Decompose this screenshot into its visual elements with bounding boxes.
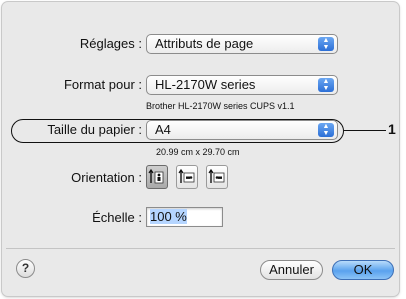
ok-button[interactable]: OK bbox=[332, 260, 394, 280]
scale-input-value: 100 % bbox=[150, 209, 187, 224]
scale-label: Échelle : bbox=[92, 210, 142, 225]
paper-size-label: Taille du papier : bbox=[47, 122, 142, 137]
callout-line bbox=[344, 130, 386, 131]
settings-popup[interactable]: Attributs de page ▲ ▼ bbox=[146, 34, 338, 54]
orientation-landscape-button[interactable] bbox=[176, 165, 198, 189]
updown-arrows-icon: ▲ ▼ bbox=[318, 123, 334, 137]
orientation-reverse-landscape-button[interactable] bbox=[206, 165, 228, 189]
format-for-label: Format pour : bbox=[63, 77, 142, 92]
callout-number: 1 bbox=[388, 121, 396, 137]
updown-arrows-icon: ▲ ▼ bbox=[318, 78, 334, 92]
paper-size-popup[interactable]: A4 ▲ ▼ bbox=[146, 120, 338, 140]
orientation-portrait-button[interactable] bbox=[146, 165, 168, 189]
separator bbox=[6, 248, 395, 249]
paper-size-popup-value: A4 bbox=[155, 122, 171, 137]
orientation-label: Orientation : bbox=[71, 170, 142, 185]
settings-label: Réglages : bbox=[79, 36, 142, 51]
portrait-icon bbox=[148, 168, 164, 184]
scale-input[interactable]: 100 % bbox=[146, 207, 223, 227]
landscape-icon bbox=[178, 168, 195, 183]
settings-popup-value: Attributs de page bbox=[155, 36, 254, 51]
reverse-landscape-icon bbox=[208, 168, 225, 183]
printer-detail: Brother HL-2170W series CUPS v1.1 bbox=[146, 101, 295, 111]
updown-arrows-icon: ▲ ▼ bbox=[318, 37, 334, 51]
paper-dimensions: 20.99 cm x 29.70 cm bbox=[156, 147, 240, 157]
cancel-button[interactable]: Annuler bbox=[260, 260, 323, 280]
format-for-popup[interactable]: HL-2170W series ▲ ▼ bbox=[146, 75, 338, 95]
format-for-popup-value: HL-2170W series bbox=[155, 77, 256, 92]
page-setup-dialog: Réglages : Attributs de page ▲ ▼ Format p… bbox=[2, 2, 399, 296]
question-icon[interactable]: ? bbox=[16, 259, 35, 278]
